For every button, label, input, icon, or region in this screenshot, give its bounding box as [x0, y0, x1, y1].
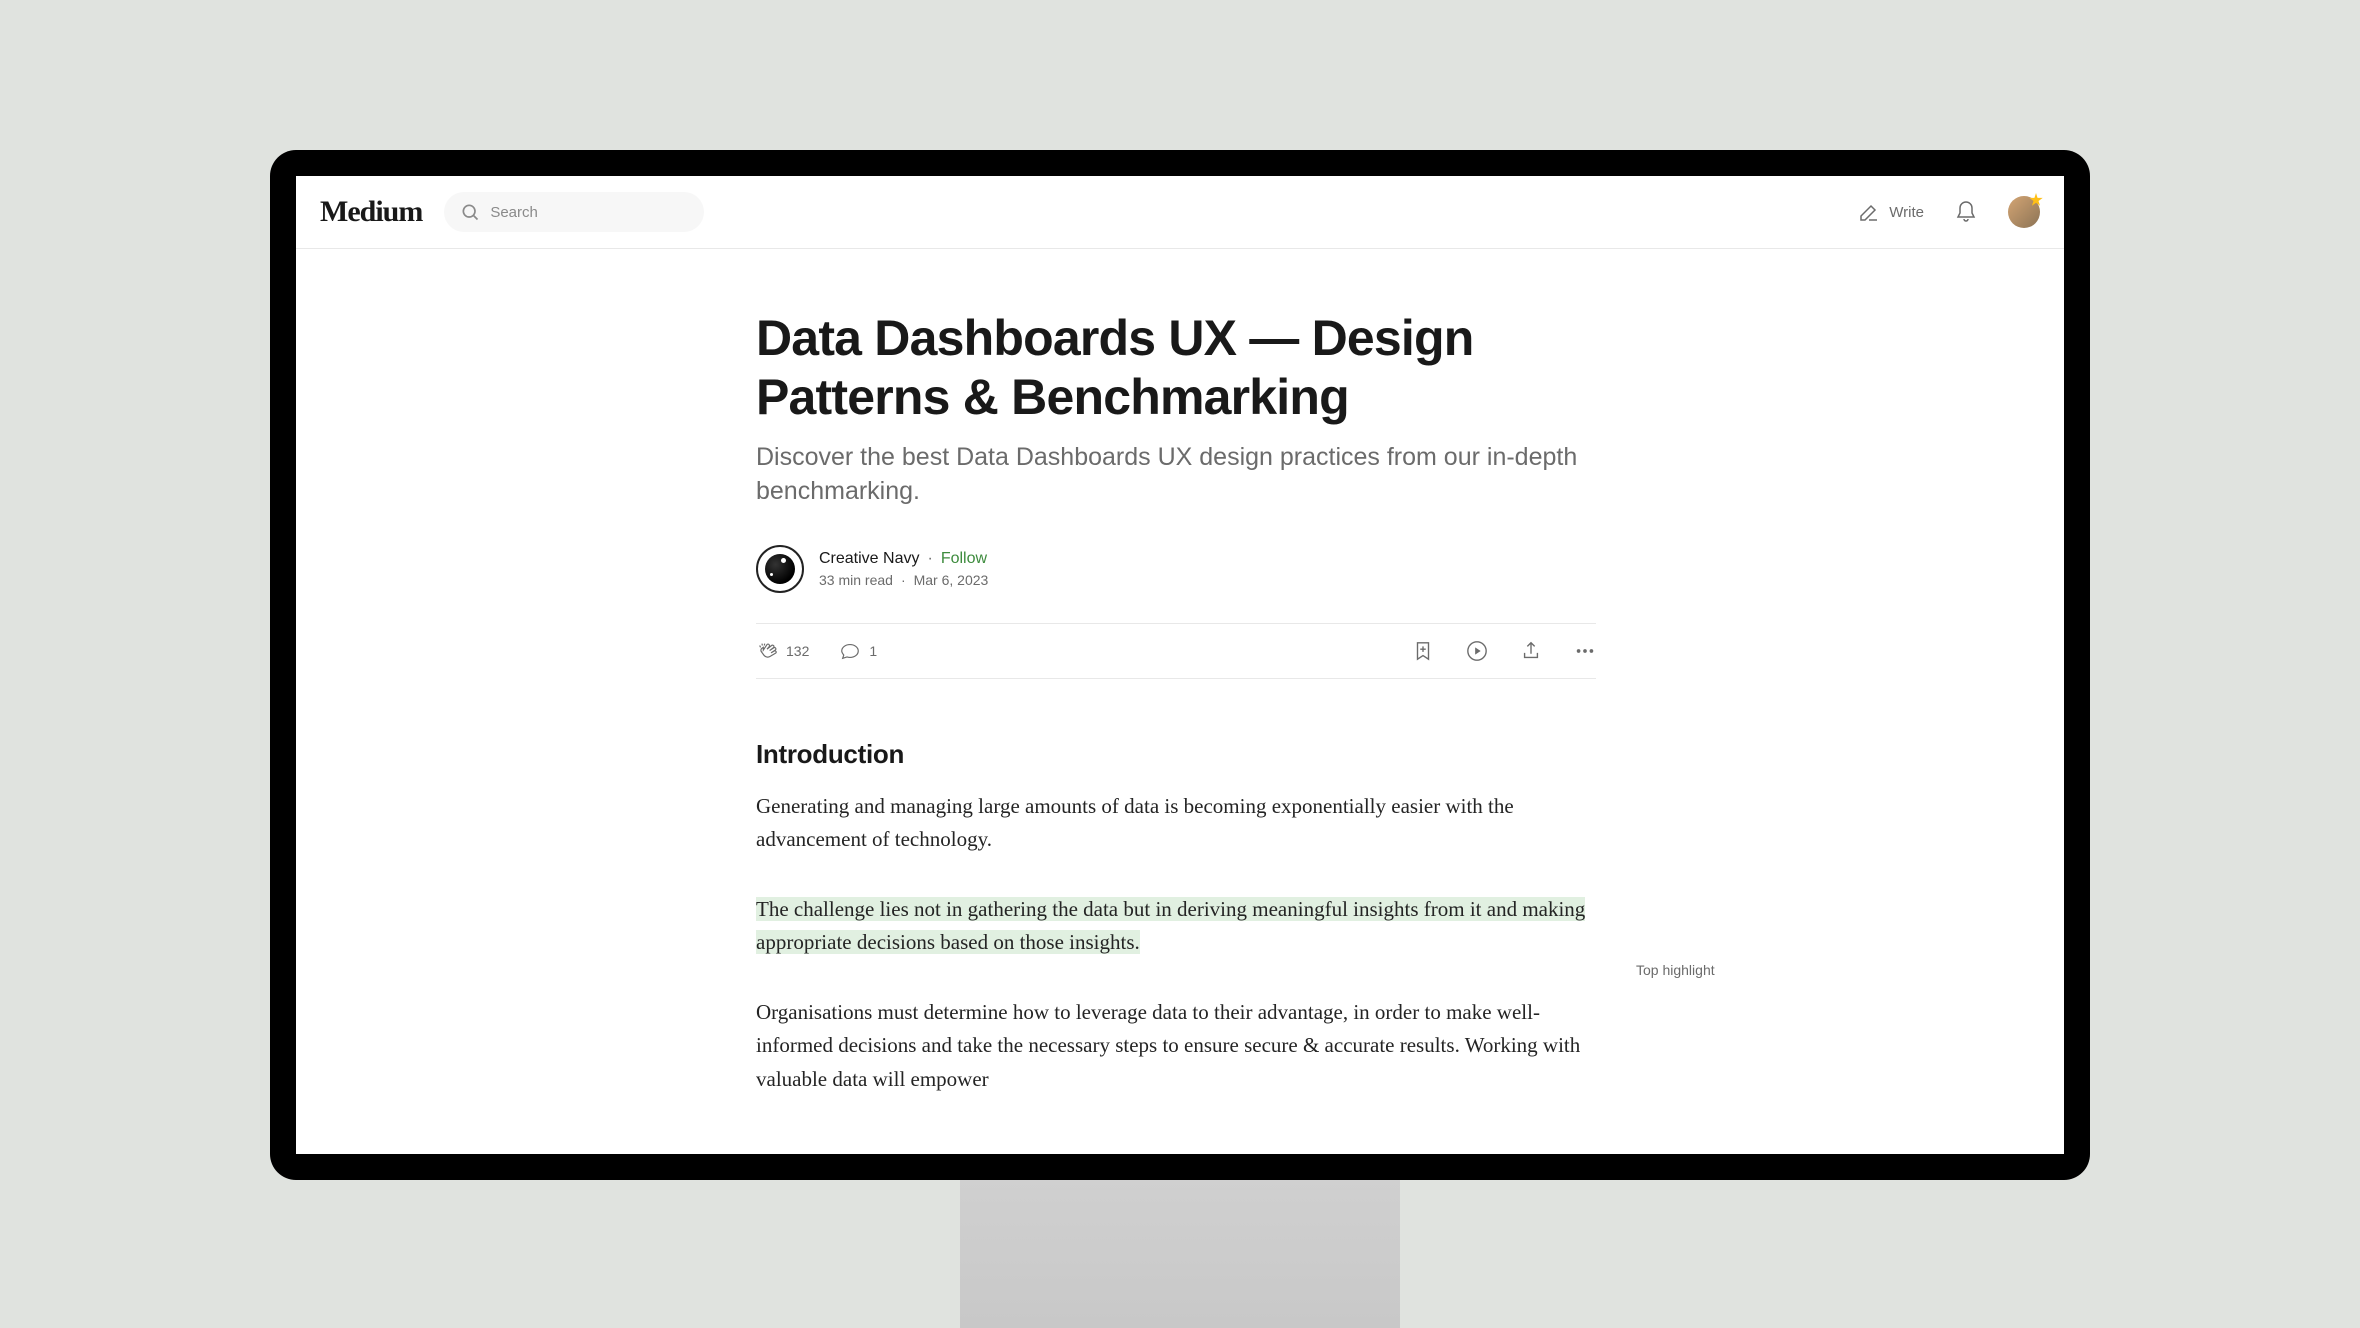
top-nav-right: Write — [1857, 196, 2040, 228]
clap-count: 132 — [786, 643, 809, 659]
paragraph: Organisations must determine how to leve… — [756, 996, 1596, 1097]
highlight-span: The challenge lies not in gathering the … — [756, 897, 1585, 955]
monitor-stand — [960, 1175, 1400, 1328]
screen: Medium Write Data Dashboards UX — Design… — [296, 176, 2064, 1154]
write-button[interactable]: Write — [1857, 200, 1924, 224]
clap-icon — [756, 640, 778, 662]
share-button[interactable] — [1520, 640, 1542, 662]
monitor-frame: Medium Write Data Dashboards UX — Design… — [270, 150, 2090, 1180]
comment-button[interactable]: 1 — [839, 640, 877, 662]
author-avatar[interactable] — [756, 545, 804, 593]
write-icon — [1857, 200, 1881, 224]
author-name[interactable]: Creative Navy — [819, 550, 919, 568]
follow-button[interactable]: Follow — [941, 550, 987, 568]
comment-icon — [839, 640, 861, 662]
top-nav: Medium Write — [296, 176, 2064, 249]
article: Data Dashboards UX — Design Patterns & B… — [756, 249, 1596, 1097]
write-label: Write — [1889, 204, 1924, 221]
separator: · — [927, 550, 932, 568]
paragraph: Generating and managing large amounts of… — [756, 790, 1596, 857]
search-input[interactable] — [490, 204, 688, 221]
article-title: Data Dashboards UX — Design Patterns & B… — [756, 309, 1596, 427]
clap-button[interactable]: 132 — [756, 640, 809, 662]
publish-date: Mar 6, 2023 — [914, 572, 989, 588]
author-byline: Creative Navy · Follow 33 min read · Mar… — [756, 545, 1596, 593]
top-highlight-label: Top highlight — [1636, 962, 1715, 978]
comment-count: 1 — [869, 643, 877, 659]
section-heading: Introduction — [756, 739, 1596, 770]
share-icon — [1520, 640, 1542, 662]
read-time: 33 min read — [819, 572, 893, 588]
listen-button[interactable] — [1466, 640, 1488, 662]
bookmark-button[interactable] — [1412, 640, 1434, 662]
notifications-button[interactable] — [1954, 200, 1978, 224]
user-avatar[interactable] — [2008, 196, 2040, 228]
separator: · — [901, 572, 906, 588]
play-circle-icon — [1466, 640, 1488, 662]
search-field[interactable] — [444, 192, 704, 232]
more-icon — [1574, 640, 1596, 662]
bell-icon — [1954, 200, 1978, 224]
search-icon — [460, 202, 480, 222]
bookmark-icon — [1412, 640, 1434, 662]
site-logo[interactable]: Medium — [320, 195, 422, 229]
engagement-bar: 132 1 — [756, 623, 1596, 679]
more-button[interactable] — [1574, 640, 1596, 662]
paragraph-highlighted: The challenge lies not in gathering the … — [756, 893, 1596, 960]
article-subtitle: Discover the best Data Dashboards UX des… — [756, 441, 1596, 509]
